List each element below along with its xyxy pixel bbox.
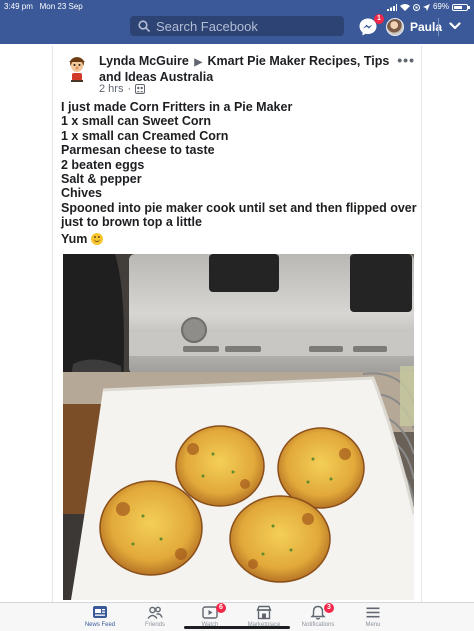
post-photo[interactable] bbox=[63, 254, 414, 600]
news-feed-icon bbox=[93, 606, 107, 618]
post-line: 1 x small can Creamed Corn bbox=[61, 128, 229, 143]
orientation-lock-icon bbox=[412, 3, 420, 11]
post-line: 2 beaten eggs bbox=[61, 157, 145, 172]
chevron-down-icon[interactable] bbox=[449, 21, 461, 31]
status-date: Mon 23 Sep bbox=[39, 2, 83, 11]
status-bar-left: 3:49 pm Mon 23 Sep bbox=[4, 2, 83, 12]
caret-right-icon: ▶ bbox=[194, 57, 203, 68]
search-bar[interactable] bbox=[130, 16, 344, 36]
post-sign-off: Yum bbox=[61, 232, 104, 246]
post-time[interactable]: 2 hrs bbox=[99, 83, 123, 95]
battery-percent: 69% bbox=[432, 2, 449, 11]
messenger-badge: 1 bbox=[374, 14, 384, 24]
post-card: Lynda McGuire ▶ Kmart Pie Maker Recipes,… bbox=[52, 46, 422, 602]
post-line: 1 x small can Sweet Corn bbox=[61, 114, 212, 129]
location-icon bbox=[422, 3, 430, 11]
post-line: Parmesan cheese to taste bbox=[61, 143, 215, 158]
group-avatar[interactable] bbox=[63, 54, 91, 84]
tab-notifications[interactable]: 3 Notifications bbox=[288, 603, 348, 629]
friends-icon bbox=[147, 606, 163, 619]
status-bar-right: 69% bbox=[386, 2, 470, 12]
more-options-icon[interactable]: ••• bbox=[397, 52, 415, 68]
post-line: Salt & pepper bbox=[61, 172, 142, 187]
profile-shortcut[interactable]: Paula bbox=[386, 17, 442, 37]
messenger-button[interactable]: 1 bbox=[358, 14, 384, 37]
tab-friends[interactable]: Friends bbox=[125, 605, 185, 629]
post-meta: 2 hrs · bbox=[99, 83, 146, 95]
post-line: Chives bbox=[61, 186, 102, 201]
signal-icon bbox=[386, 3, 397, 11]
author-name[interactable]: Lynda McGuire bbox=[99, 54, 189, 68]
tab-label: Friends bbox=[144, 622, 165, 628]
avatar bbox=[386, 18, 404, 36]
search-icon bbox=[138, 20, 150, 32]
tab-label: Menu bbox=[365, 622, 381, 628]
home-indicator[interactable] bbox=[184, 626, 290, 629]
post-line: I just made Corn Fritters in a Pie Maker bbox=[61, 100, 293, 114]
status-time: 3:49 pm bbox=[4, 2, 33, 11]
tab-label: Notifications bbox=[301, 622, 335, 628]
group-icon bbox=[135, 84, 146, 94]
post-text: I just made Corn Fritters in a Pie Maker… bbox=[61, 100, 417, 230]
tab-news-feed[interactable]: News Feed bbox=[70, 605, 130, 629]
post-line: Spooned into pie maker cook until set an… bbox=[61, 200, 417, 230]
post-header: Lynda McGuire ▶ Kmart Pie Maker Recipes,… bbox=[99, 54, 399, 85]
wifi-icon bbox=[399, 3, 410, 11]
sign-off-text: Yum bbox=[61, 232, 88, 246]
search-input[interactable] bbox=[156, 18, 336, 34]
tab-label: News Feed bbox=[84, 622, 116, 628]
top-bar: 3:49 pm Mon 23 Sep 69% 1 Paula bbox=[0, 0, 474, 44]
tab-menu[interactable]: Menu bbox=[343, 605, 403, 629]
notifications-badge: 3 bbox=[324, 603, 334, 613]
smiling-face-emoji bbox=[91, 233, 104, 245]
marketplace-icon bbox=[256, 605, 272, 620]
header-divider bbox=[438, 18, 439, 36]
dot-separator: · bbox=[127, 83, 132, 95]
watch-badge: 6 bbox=[216, 603, 226, 613]
menu-icon bbox=[366, 607, 380, 618]
battery-icon bbox=[452, 3, 470, 11]
